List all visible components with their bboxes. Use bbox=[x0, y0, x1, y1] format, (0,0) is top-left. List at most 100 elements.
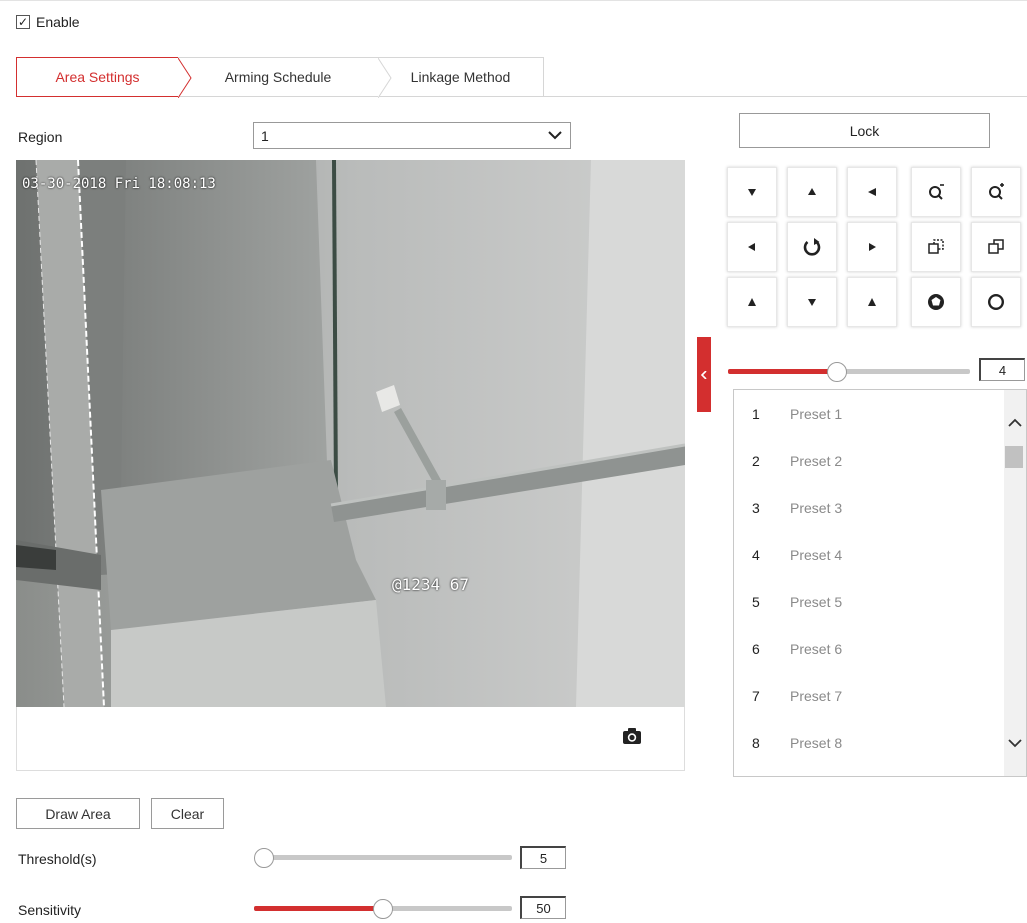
arrow-up-icon bbox=[808, 188, 816, 195]
preset-name: Preset 3 bbox=[790, 500, 843, 516]
tab-arming-schedule[interactable]: Arming Schedule bbox=[178, 57, 392, 98]
sensitivity-label: Sensitivity bbox=[18, 902, 82, 918]
list-item[interactable]: 2 Preset 2 bbox=[734, 451, 1004, 471]
enable-label: Enable bbox=[36, 14, 80, 30]
focus-far-button[interactable] bbox=[971, 222, 1021, 272]
iris-open-icon bbox=[988, 294, 1004, 310]
sensitivity-slider[interactable] bbox=[254, 897, 512, 921]
tab-linkage-method-label: Linkage Method bbox=[410, 69, 511, 85]
collapse-panel-button[interactable] bbox=[697, 337, 711, 412]
sensitivity-value-field[interactable]: 50 bbox=[520, 896, 566, 919]
list-item[interactable]: 3 Preset 3 bbox=[734, 498, 1004, 518]
preset-number: 7 bbox=[752, 688, 760, 704]
list-item[interactable]: 1 Preset 1 bbox=[734, 404, 1004, 424]
ptz-up-right-button[interactable] bbox=[847, 167, 897, 217]
list-item[interactable]: 6 Preset 6 bbox=[734, 639, 1004, 659]
ptz-up-left-button[interactable] bbox=[727, 167, 777, 217]
lock-button[interactable]: Lock bbox=[739, 113, 990, 148]
threshold-slider[interactable] bbox=[254, 846, 512, 870]
preset-number: 3 bbox=[752, 500, 760, 516]
region-select[interactable]: 1 bbox=[253, 122, 571, 149]
region-value: 1 bbox=[261, 127, 269, 144]
zoom-in-button[interactable] bbox=[971, 167, 1021, 217]
preset-name: Preset 8 bbox=[790, 735, 843, 751]
ptz-direction-pad bbox=[722, 162, 902, 332]
threshold-label: Threshold(s) bbox=[18, 851, 97, 867]
ptz-down-left-button[interactable] bbox=[727, 277, 777, 327]
enable-checkbox[interactable]: ✓ bbox=[16, 15, 30, 29]
clear-button[interactable]: Clear bbox=[151, 798, 224, 829]
ptz-down-button[interactable] bbox=[787, 277, 837, 327]
arrow-right-icon bbox=[869, 243, 876, 251]
ptz-right-button[interactable] bbox=[847, 222, 897, 272]
iris-close-button[interactable] bbox=[911, 277, 961, 327]
video-overlay-text: @1234 67 bbox=[392, 575, 470, 594]
list-item[interactable]: 7 Preset 7 bbox=[734, 686, 1004, 706]
preset-number: 4 bbox=[752, 547, 760, 563]
focus-near-button[interactable] bbox=[911, 222, 961, 272]
preset-number: 5 bbox=[752, 594, 760, 610]
focus-near-icon bbox=[928, 239, 944, 254]
threshold-knob[interactable] bbox=[254, 848, 274, 868]
tab-linkage-method[interactable]: Linkage Method bbox=[378, 57, 544, 97]
chevron-down-icon[interactable] bbox=[1008, 738, 1022, 748]
preset-name: Preset 1 bbox=[790, 406, 843, 422]
ptz-speed-slider[interactable] bbox=[728, 360, 970, 384]
draw-area-button[interactable]: Draw Area bbox=[16, 798, 140, 829]
arrow-down-left-icon bbox=[748, 298, 756, 306]
tab-bar: Area Settings Arming Schedule Linkage Me… bbox=[16, 57, 1027, 98]
iris-open-button[interactable] bbox=[971, 277, 1021, 327]
arrow-down-icon bbox=[808, 299, 816, 306]
list-item[interactable]: 5 Preset 5 bbox=[734, 592, 1004, 612]
preset-number: 1 bbox=[752, 406, 760, 422]
ptz-speed-value-field[interactable]: 4 bbox=[979, 358, 1025, 381]
live-video[interactable]: 03-30-2018 Fri 18:08:13 @1234 67 bbox=[16, 160, 685, 707]
arrow-left-icon bbox=[748, 243, 755, 251]
iris-close-icon bbox=[928, 294, 944, 310]
arrow-up-left-icon bbox=[748, 189, 756, 196]
ptz-left-button[interactable] bbox=[727, 222, 777, 272]
region-label: Region bbox=[18, 129, 63, 145]
ptz-up-button[interactable] bbox=[787, 167, 837, 217]
tab-arming-schedule-label: Arming Schedule bbox=[224, 69, 332, 85]
threshold-track bbox=[264, 855, 512, 860]
top-divider bbox=[0, 0, 1027, 1]
chevron-down-icon bbox=[548, 131, 562, 140]
tab-chevron-icon bbox=[178, 58, 192, 98]
chevron-up-icon[interactable] bbox=[1008, 418, 1022, 428]
preset-name: Preset 7 bbox=[790, 688, 843, 704]
threshold-value-field[interactable]: 5 bbox=[520, 846, 566, 869]
video-toolbar bbox=[16, 707, 685, 771]
sensitivity-fill bbox=[254, 906, 383, 911]
tab-chevron-icon bbox=[378, 58, 392, 98]
focus-far-icon bbox=[988, 239, 1004, 254]
list-item[interactable]: 4 Preset 4 bbox=[734, 545, 1004, 565]
ptz-speed-knob[interactable] bbox=[827, 362, 847, 382]
tab-area-settings-label: Area Settings bbox=[55, 69, 140, 85]
scrollbar-thumb[interactable] bbox=[1005, 446, 1023, 468]
ptz-down-right-button[interactable] bbox=[847, 277, 897, 327]
zoom-in-icon bbox=[989, 183, 1004, 200]
preset-name: Preset 4 bbox=[790, 547, 843, 563]
sensitivity-knob[interactable] bbox=[373, 899, 393, 919]
preset-name: Preset 5 bbox=[790, 594, 843, 610]
auto-rotate-icon bbox=[803, 238, 821, 256]
preset-number: 2 bbox=[752, 453, 760, 469]
video-timestamp: 03-30-2018 Fri 18:08:13 bbox=[22, 176, 216, 192]
enable-toggle[interactable]: ✓ Enable bbox=[16, 14, 80, 30]
preset-name: Preset 2 bbox=[790, 453, 843, 469]
ptz-auto-button[interactable] bbox=[787, 222, 837, 272]
video-frame-image bbox=[16, 160, 685, 707]
ptz-speed-fill bbox=[728, 369, 837, 374]
preset-scrollbar[interactable] bbox=[1004, 390, 1026, 776]
preset-number: 8 bbox=[752, 735, 760, 751]
preset-number: 6 bbox=[752, 641, 760, 657]
tab-area-settings[interactable]: Area Settings bbox=[16, 57, 192, 98]
list-item[interactable]: 8 Preset 8 bbox=[734, 733, 1004, 753]
camera-icon[interactable] bbox=[622, 727, 642, 745]
preset-list: 1 Preset 1 2 Preset 2 3 Preset 3 4 Prese… bbox=[733, 389, 1027, 777]
zoom-out-icon bbox=[929, 184, 944, 200]
zoom-out-button[interactable] bbox=[911, 167, 961, 217]
arrow-up-right-icon bbox=[868, 188, 876, 196]
arrow-down-right-icon bbox=[868, 298, 876, 306]
